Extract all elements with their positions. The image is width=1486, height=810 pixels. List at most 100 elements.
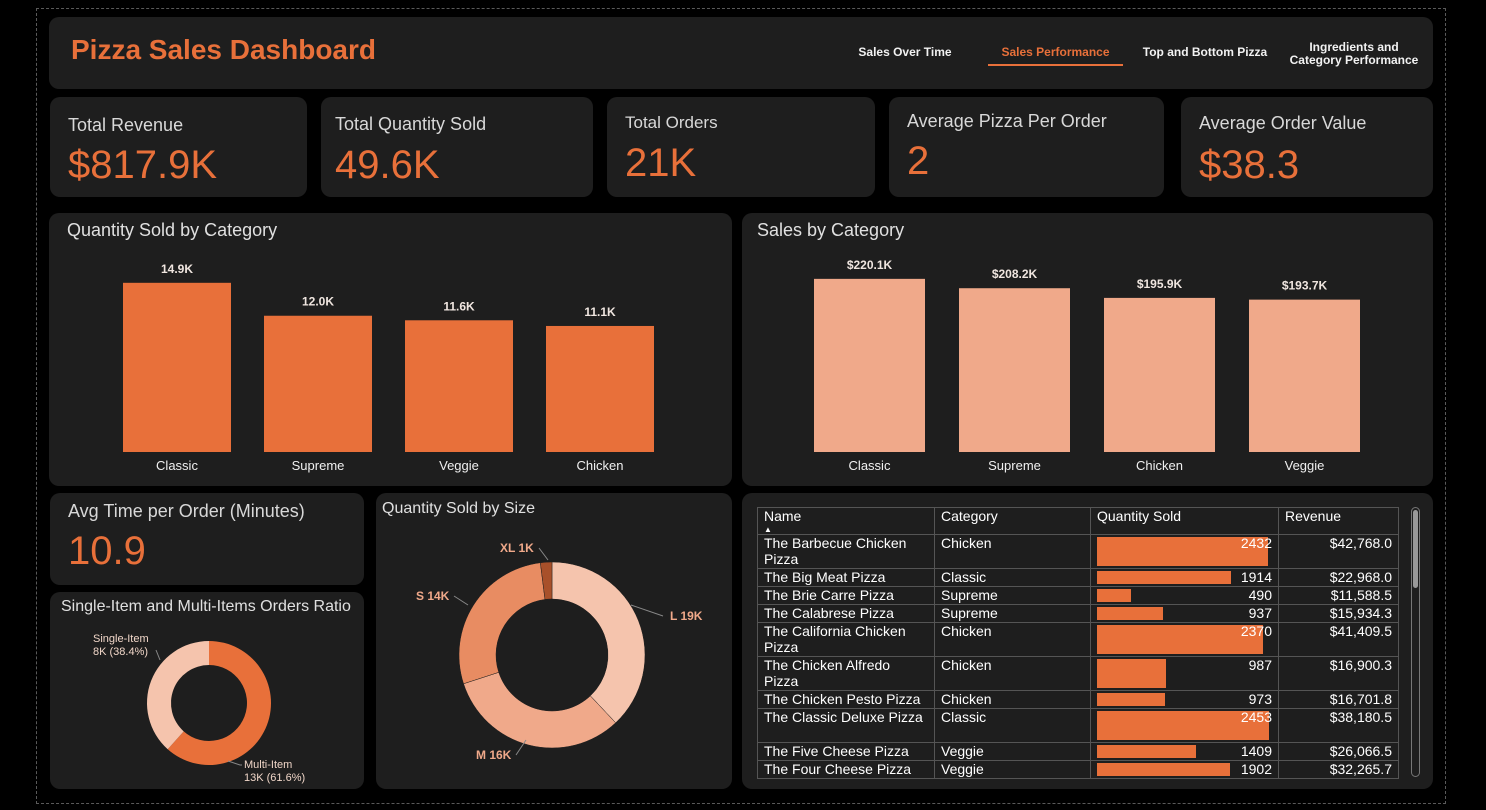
size-slice[interactable] [458,562,546,685]
cell-name: The Barbecue Chicken Pizza [757,534,935,569]
cell-revenue: $15,934.3 [1278,604,1399,623]
bar[interactable] [546,325,654,452]
quantity-value: 2453 [1240,709,1272,725]
bar-data-label: 14.9K [161,262,193,276]
cell-revenue: $38,180.5 [1278,708,1399,743]
col-header-quantity[interactable]: Quantity Sold [1090,507,1279,535]
chart-title: Quantity Sold by Category [67,220,278,240]
nav-ingredients-category[interactable]: Ingredients and Category Performance [1285,41,1423,67]
slice-label: XL 1K [500,541,534,555]
leader-line [453,595,469,606]
bar-data-label: $195.9K [1137,277,1183,291]
table-scrollbar[interactable] [1411,507,1420,777]
kpi-value: 2 [907,139,930,183]
nav-sales-performance[interactable]: Sales Performance [988,46,1123,59]
kpi-label: Total Quantity Sold [335,114,487,134]
cell-revenue: $32,265.7 [1278,760,1399,779]
table-row[interactable]: The Chicken Pesto Pizza Chicken 973 $16,701… [757,690,1399,709]
quantity-value: 2370 [1240,623,1272,639]
table-row[interactable]: The Chicken Alfredo Pizza Chicken 987 $16,9… [757,656,1399,691]
bar[interactable] [264,315,372,452]
cell-quantity: 987 [1090,656,1279,691]
table-row[interactable]: The Brie Carre Pizza Supreme 490 $11,588.5 [757,586,1399,605]
chart-title: Single-Item and Multi-Items Orders Ratio [61,598,351,615]
cell-quantity: 1914 [1090,568,1279,587]
cell-category: Veggie [934,742,1091,761]
quantity-value: 937 [1248,605,1272,621]
scrollbar-thumb[interactable] [1413,510,1418,588]
cell-name: The California Chicken Pizza [757,622,935,657]
cell-name: The Brie Carre Pizza [757,586,935,605]
size-slice[interactable] [551,561,646,724]
x-tick-label: Supreme [292,458,345,473]
slice-label: 8K (38.4%) [93,646,148,658]
bar-data-label: 11.1K [584,305,616,319]
slice-label: M 16K [476,748,512,762]
order-ratio-donut: Multi-Item13K (61.6%) Single-Item8K (38.4… [93,633,305,784]
table-row[interactable]: The Calabrese Pizza Supreme 937 $15,934.3 [757,604,1399,623]
bar-data-label: 11.6K [443,299,475,313]
cell-revenue: $41,409.5 [1278,622,1399,657]
cell-category: Chicken [934,622,1091,657]
x-tick-label: Chicken [577,458,624,473]
table-row[interactable]: The Big Meat Pizza Classic 1914 $22,968.0 [757,568,1399,587]
bar[interactable] [123,282,231,452]
col-header-name[interactable]: Name ▲ [757,507,935,535]
table-row[interactable]: The Four Cheese Pizza Veggie 1902 $32,265.7 [757,760,1399,779]
table-row[interactable]: The California Chicken Pizza Chicken 2370 $… [757,622,1399,657]
x-tick-label: Classic [156,458,198,473]
cell-name: The Chicken Alfredo Pizza [757,656,935,691]
slice-label: Single-Item [93,633,149,645]
table-row[interactable]: The Classic Deluxe Pizza Classic 2453 $38,1… [757,708,1399,743]
kpi-value: 10.9 [68,529,146,573]
bar[interactable] [814,278,925,452]
kpi-label: Avg Time per Order (Minutes) [68,501,305,521]
cell-quantity: 1902 [1090,760,1279,779]
bar[interactable] [1104,297,1215,452]
col-header-label: Name [764,508,802,524]
chart-title: Sales by Category [757,220,905,240]
kpi-card-total-orders: Total Orders 21K [607,97,875,197]
table-row[interactable]: The Five Cheese Pizza Veggie 1409 $26,066.5 [757,742,1399,761]
avg-time-card: Avg Time per Order (Minutes) 10.9 [50,493,364,585]
slice-label: Multi-Item [244,759,292,771]
cell-category: Classic [934,708,1091,743]
kpi-label: Average Order Value [1199,113,1367,133]
kpi-label: Total Orders [625,113,718,132]
cell-name: The Classic Deluxe Pizza [757,708,935,743]
bar-data-label: 12.0K [302,295,334,309]
nav-sales-over-time[interactable]: Sales Over Time [850,46,960,59]
cell-quantity: 2432 [1090,534,1279,569]
quantity-value: 1902 [1240,761,1272,777]
kpi-value: $817.9K [68,143,218,187]
qty-by-category-chart: 14.9K Classic 12.0K Supreme 11.6K Veggie 11.1K… [123,262,654,473]
table-body: The Barbecue Chicken Pizza Chicken 2432 $42… [757,534,1399,779]
ratio-slice[interactable] [147,641,209,750]
cell-category: Veggie [934,760,1091,779]
sort-ascending-icon[interactable]: ▲ [764,525,772,534]
cell-quantity: 2370 [1090,622,1279,657]
cell-revenue: $42,768.0 [1278,534,1399,569]
slice-label: 13K (61.6%) [244,772,305,784]
table-row[interactable]: The Barbecue Chicken Pizza Chicken 2432 $42… [757,534,1399,569]
bar-data-label: $220.1K [847,258,893,272]
quantity-value: 490 [1248,587,1272,603]
kpi-card-total-quantity: Total Quantity Sold 49.6K [321,97,593,197]
bar[interactable] [405,320,513,452]
col-header-category[interactable]: Category [934,507,1091,535]
quantity-value: 2432 [1240,535,1272,551]
bar[interactable] [959,288,1070,452]
bar[interactable] [1249,299,1360,452]
x-tick-label: Veggie [439,458,479,473]
quantity-value: 1914 [1240,569,1272,585]
size-slice[interactable] [463,671,617,749]
cell-name: The Big Meat Pizza [757,568,935,587]
cell-revenue: $26,066.5 [1278,742,1399,761]
kpi-value: $38.3 [1199,143,1300,187]
kpi-label: Total Revenue [68,115,184,135]
col-header-revenue[interactable]: Revenue [1278,507,1399,535]
sales-by-category-chart: $220.1K Classic $208.2K Supreme $195.9K Chick… [814,258,1360,473]
bar-data-label: $193.7K [1282,279,1328,293]
cell-category: Supreme [934,586,1091,605]
nav-top-bottom-pizza[interactable]: Top and Bottom Pizza [1140,46,1270,59]
